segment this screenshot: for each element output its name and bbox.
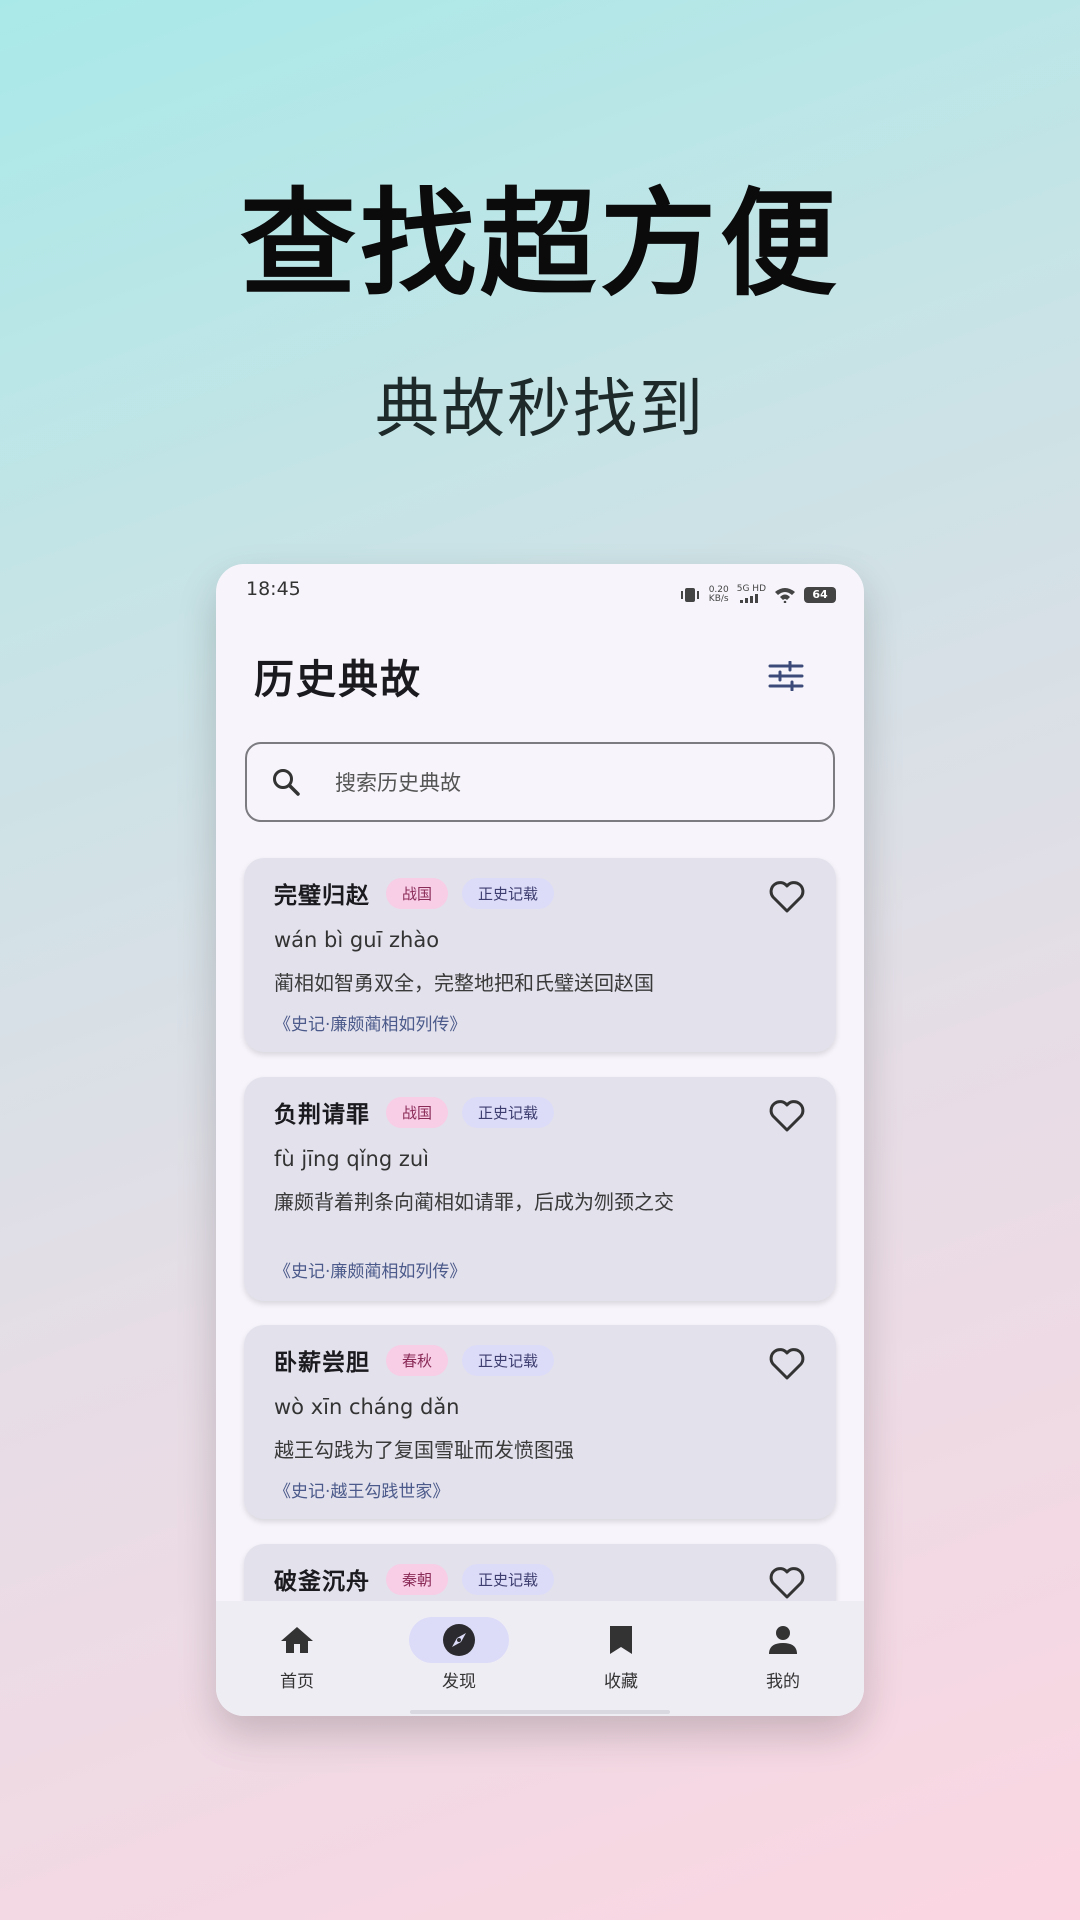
story-description: 廉颇背着荆条向蔺相如请罪，后成为刎颈之交	[274, 1190, 674, 1214]
nav-label: 我的	[766, 1672, 800, 1692]
nav-label: 首页	[280, 1672, 314, 1692]
card-title-row: 负荆请罪 战国 正史记载	[274, 1095, 555, 1129]
battery-indicator: 64	[804, 587, 836, 603]
nav-item-home[interactable]: 首页	[237, 1617, 357, 1692]
story-pinyin: fù jīng qǐng zuì	[274, 1147, 430, 1171]
favorite-heart-icon[interactable]	[768, 880, 806, 914]
nav-label: 收藏	[604, 1672, 638, 1692]
story-pinyin: wán bì guī zhào	[274, 928, 440, 952]
home-indicator	[410, 1710, 670, 1714]
search-icon	[273, 769, 300, 796]
search-placeholder: 搜索历史典故	[335, 771, 461, 795]
story-title: 卧薪尝胆	[274, 1350, 370, 1376]
story-pinyin: wò xīn cháng dǎn	[274, 1395, 460, 1419]
era-tag: 战国	[386, 877, 449, 909]
net-speed: 0.20 KB/s	[708, 585, 729, 604]
tune-icon	[768, 661, 804, 691]
story-title: 破釜沉舟	[274, 1569, 370, 1595]
story-description: 越王勾践为了复国雪耻而发愤图强	[274, 1438, 574, 1462]
story-title: 负荆请罪	[274, 1102, 370, 1128]
bookmark-icon	[610, 1626, 632, 1654]
search-input[interactable]: 搜索历史典故	[245, 742, 835, 822]
card-title-row: 完璧归赵 战国 正史记载	[274, 876, 555, 910]
status-time: 18:45	[246, 578, 301, 600]
vibrate-icon	[680, 588, 699, 602]
wifi-icon	[775, 588, 795, 603]
nav-icon-container-active	[409, 1617, 509, 1663]
favorite-heart-icon[interactable]	[768, 1566, 806, 1600]
story-card[interactable]: 负荆请罪 战国 正史记载 fù jīng qǐng zuì 廉颇背着荆条向蔺相如…	[244, 1077, 836, 1301]
promo-headline: 查找超方便	[240, 177, 840, 312]
nav-label: 发现	[442, 1672, 476, 1692]
favorite-heart-icon[interactable]	[768, 1099, 806, 1133]
home-icon	[281, 1627, 313, 1653]
phone-screen: 18:45 0.20 KB/s 5G HD 64 历史典故 搜索历史典故 完璧归…	[216, 564, 864, 1716]
filter-button[interactable]	[764, 654, 808, 698]
era-tag: 战国	[386, 1096, 449, 1128]
era-tag: 秦朝	[386, 1563, 449, 1595]
nav-icon-container	[571, 1617, 671, 1663]
nav-item-profile[interactable]: 我的	[723, 1617, 843, 1692]
network-indicator: 5G HD	[737, 584, 766, 606]
nav-item-favorites[interactable]: 收藏	[561, 1617, 681, 1692]
story-card[interactable]: 卧薪尝胆 春秋 正史记载 wò xīn cháng dǎn 越王勾践为了复国雪耻…	[244, 1325, 836, 1519]
story-source: 《史记·廉颇蔺相如列传》	[274, 1262, 467, 1282]
status-bar: 18:45 0.20 KB/s 5G HD 64	[216, 564, 864, 612]
promo-subline: 典故秒找到	[375, 373, 705, 447]
story-source: 《史记·廉颇蔺相如列传》	[274, 1015, 467, 1035]
nav-icon-container	[247, 1617, 347, 1663]
page-title: 历史典故	[254, 657, 422, 703]
nav-icon-container	[733, 1617, 833, 1663]
signal-icon	[740, 593, 759, 603]
bottom-navigation: 首页 发现 收藏 我的	[216, 1601, 864, 1716]
card-title-row: 卧薪尝胆 春秋 正史记载	[274, 1343, 555, 1377]
era-tag: 春秋	[386, 1344, 449, 1376]
source-type-tag: 正史记载	[462, 1344, 555, 1376]
app-bar: 历史典故	[216, 636, 864, 716]
person-icon	[769, 1626, 797, 1654]
source-type-tag: 正史记载	[462, 1563, 555, 1595]
status-icons: 0.20 KB/s 5G HD 64	[679, 578, 836, 612]
source-type-tag: 正史记载	[462, 877, 555, 909]
nav-item-discover[interactable]: 发现	[399, 1617, 519, 1692]
story-card[interactable]: 完璧归赵 战国 正史记载 wán bì guī zhào 蔺相如智勇双全，完整地…	[244, 858, 836, 1052]
story-source: 《史记·越王勾践世家》	[274, 1482, 450, 1502]
card-title-row: 破釜沉舟 秦朝 正史记载	[274, 1562, 555, 1596]
source-type-tag: 正史记载	[462, 1096, 555, 1128]
favorite-heart-icon[interactable]	[768, 1347, 806, 1381]
compass-icon	[443, 1624, 475, 1656]
story-description: 蔺相如智勇双全，完整地把和氏璧送回赵国	[274, 971, 654, 995]
story-title: 完璧归赵	[274, 883, 370, 909]
